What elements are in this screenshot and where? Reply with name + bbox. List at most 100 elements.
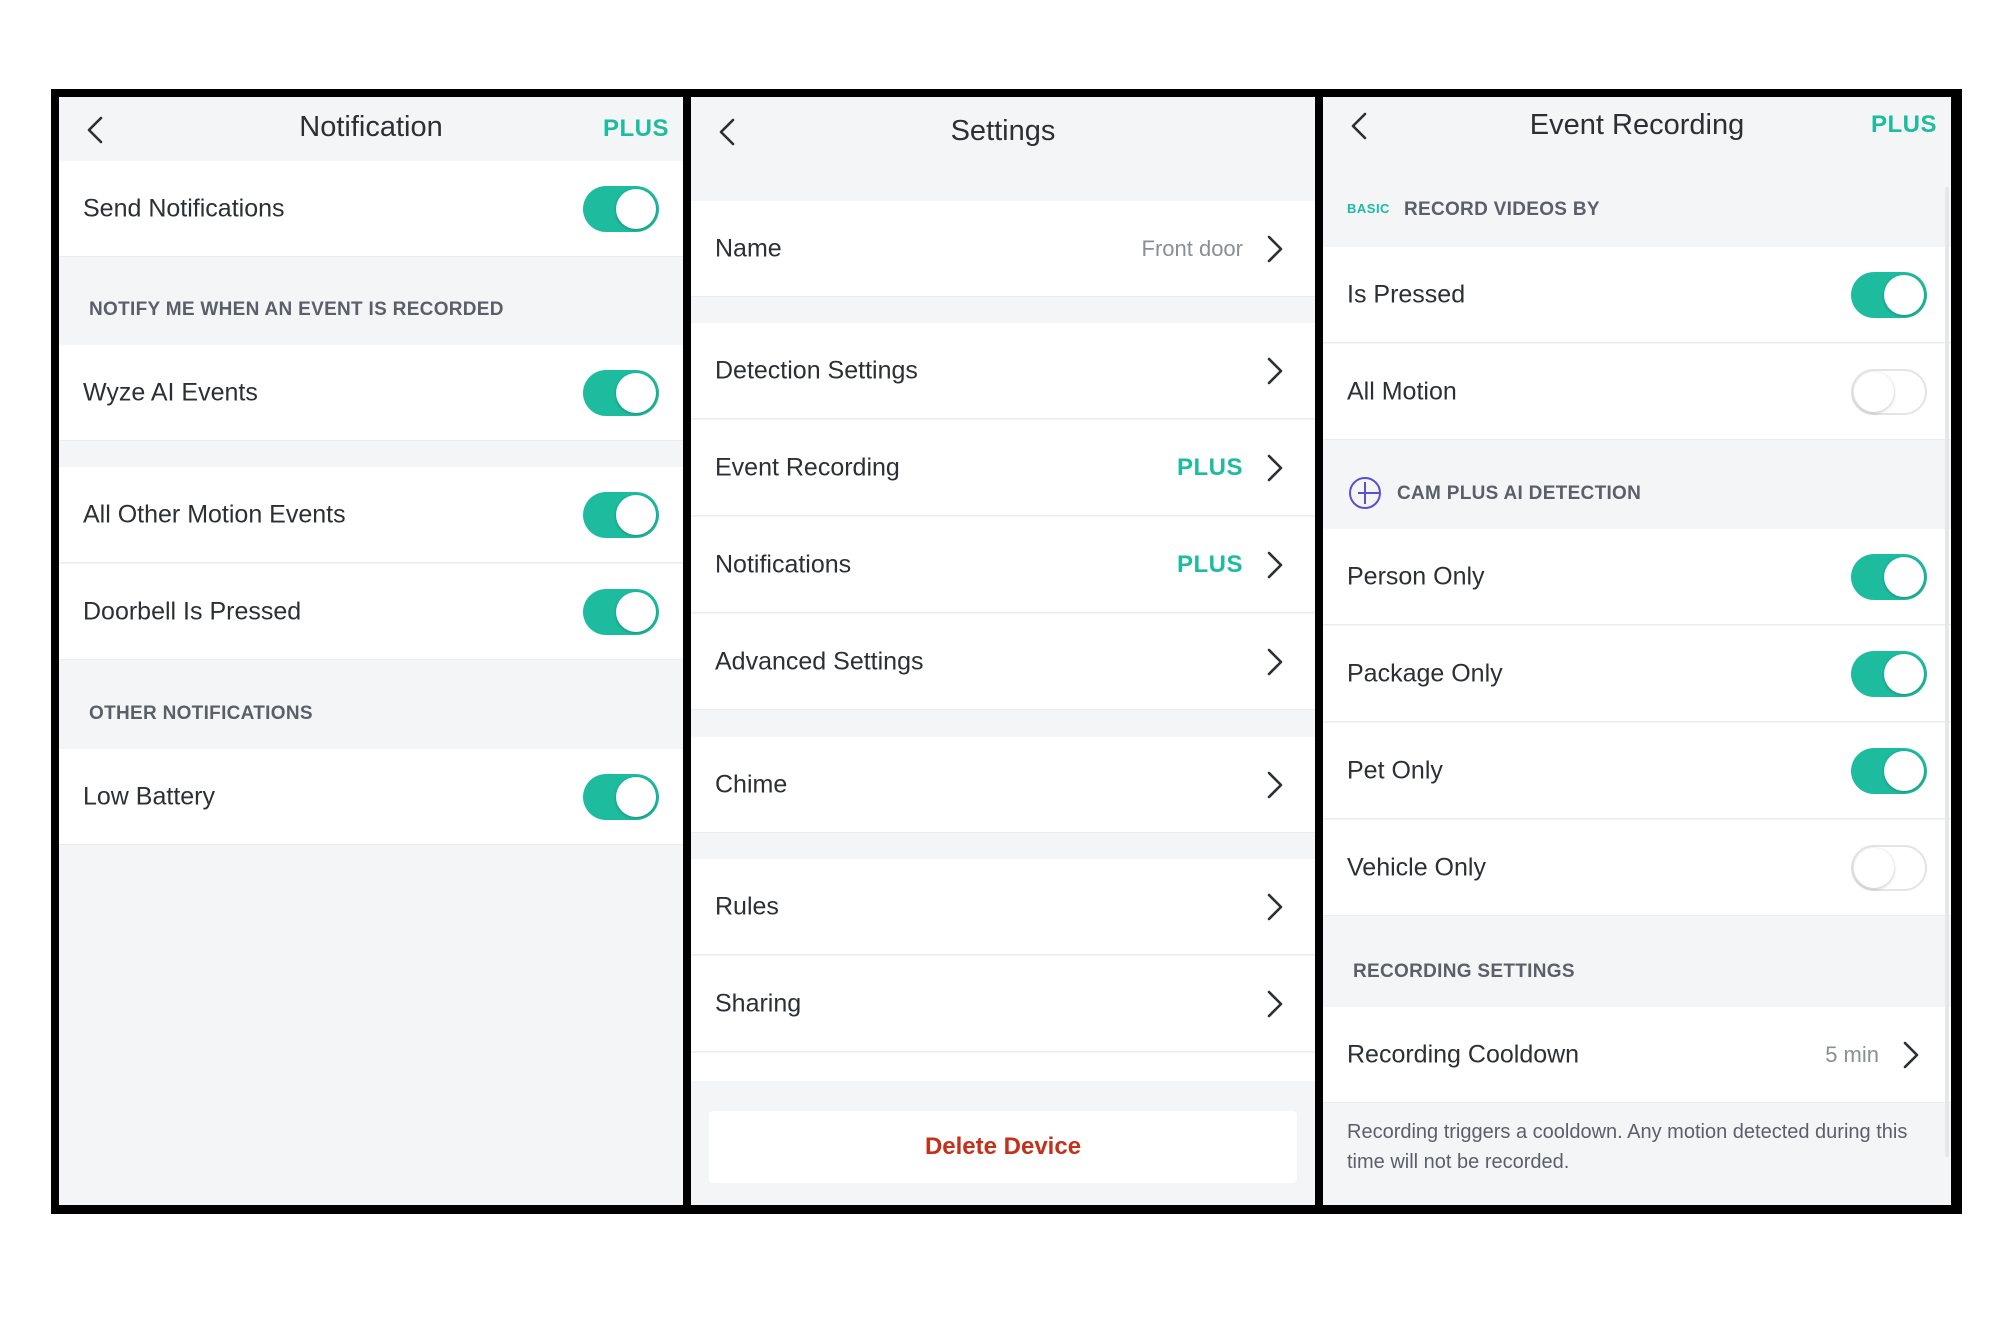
pet-only-label: Pet Only [1347, 756, 1443, 784]
cam-plus-icon [1349, 477, 1381, 509]
vehicle-only-row: Vehicle Only [1323, 820, 1951, 916]
all-other-motion-row: All Other Motion Events [59, 467, 683, 563]
section-label: RECORDING SETTINGS [1353, 961, 1575, 982]
doorbell-pressed-toggle[interactable] [583, 588, 659, 635]
advanced-settings-label: Advanced Settings [715, 647, 924, 675]
plus-badge: PLUS [602, 115, 669, 142]
section-header-recording-settings: RECORDING SETTINGS [1323, 917, 1951, 1007]
chevron-right-icon [1903, 1041, 1919, 1068]
sharing-label: Sharing [715, 989, 802, 1017]
screenshot-frame: Notification PLUS Send Notifications NOT… [51, 89, 1962, 1214]
low-battery-row: Low Battery [59, 749, 683, 845]
package-only-row: Package Only [1323, 626, 1951, 722]
header: Settings [691, 97, 1315, 201]
toggle-knob [1854, 371, 1894, 412]
toggle-knob [1884, 556, 1924, 597]
settings-screen: Settings Name Front door Detection Setti… [691, 97, 1315, 1205]
section-header-cam-plus: CAM PLUS AI DETECTION [1323, 441, 1951, 529]
section-label-text: RECORD VIDEOS BY [1403, 199, 1600, 220]
chevron-right-icon [1267, 648, 1283, 675]
plus-badge: PLUS [1176, 550, 1243, 578]
section-label: NOTIFY ME WHEN AN EVENT IS RECORDED [89, 299, 504, 320]
header: Event Recording PLUS [1323, 97, 1951, 161]
package-only-label: Package Only [1347, 659, 1503, 687]
chime-label: Chime [715, 770, 788, 798]
name-value: Front door [1141, 235, 1244, 261]
delete-device-button[interactable]: Delete Device [709, 1111, 1297, 1183]
person-only-toggle[interactable] [1851, 553, 1927, 600]
toggle-knob [1884, 274, 1924, 315]
wyze-ai-events-row: Wyze AI Events [59, 345, 683, 441]
toggle-knob [1854, 847, 1894, 888]
doorbell-pressed-label: Doorbell Is Pressed [83, 597, 302, 625]
low-battery-toggle[interactable] [583, 773, 659, 820]
vehicle-only-label: Vehicle Only [1347, 853, 1486, 881]
person-only-label: Person Only [1347, 562, 1485, 590]
toggle-knob [616, 494, 656, 535]
all-motion-toggle[interactable] [1851, 368, 1927, 415]
scrollbar[interactable] [1945, 187, 1949, 1157]
pet-only-toggle[interactable] [1851, 747, 1927, 794]
name-label: Name [715, 234, 782, 262]
recording-cooldown-note: Recording triggers a cooldown. Any motio… [1347, 1121, 1908, 1173]
all-other-motion-label: All Other Motion Events [83, 500, 346, 528]
vehicle-only-toggle[interactable] [1851, 844, 1927, 891]
doorbell-pressed-row: Doorbell Is Pressed [59, 564, 683, 660]
send-notifications-label: Send Notifications [83, 194, 285, 222]
toggle-knob [616, 188, 656, 229]
page-title: Notification [299, 111, 443, 143]
notifications-label: Notifications [715, 550, 852, 578]
chevron-right-icon [1267, 454, 1283, 481]
rules-label: Rules [715, 892, 779, 920]
is-pressed-toggle[interactable] [1851, 271, 1927, 318]
person-only-row: Person Only [1323, 529, 1951, 625]
chevron-right-icon [1267, 551, 1283, 578]
partial-row [691, 1053, 1315, 1081]
package-only-toggle[interactable] [1851, 650, 1927, 697]
pet-only-row: Pet Only [1323, 723, 1951, 819]
chevron-right-icon [1267, 990, 1283, 1017]
section-label: BASIC RECORD VIDEOS BY [1347, 199, 1600, 221]
rules-row[interactable]: Rules [691, 859, 1315, 955]
section-label: OTHER NOTIFICATIONS [89, 703, 313, 724]
recording-cooldown-row[interactable]: Recording Cooldown 5 min [1323, 1007, 1951, 1103]
toggle-knob [616, 776, 656, 817]
event-recording-label: Event Recording [715, 453, 900, 481]
wyze-ai-events-label: Wyze AI Events [83, 378, 258, 406]
event-recording-screen: Event Recording PLUS BASIC RECORD VIDEOS … [1323, 97, 1951, 1205]
send-notifications-row: Send Notifications [59, 161, 683, 257]
section-label: CAM PLUS AI DETECTION [1397, 483, 1642, 504]
all-other-motion-toggle[interactable] [583, 491, 659, 538]
notification-screen: Notification PLUS Send Notifications NOT… [59, 97, 683, 1205]
chime-row[interactable]: Chime [691, 737, 1315, 833]
all-motion-row: All Motion [1323, 344, 1951, 440]
chevron-right-icon [1267, 357, 1283, 384]
page-title: Settings [950, 115, 1056, 147]
section-header-record-by: BASIC RECORD VIDEOS BY [1323, 161, 1951, 247]
notifications-row[interactable]: Notifications PLUS [691, 517, 1315, 613]
section-header-other: OTHER NOTIFICATIONS [59, 661, 683, 749]
sharing-row[interactable]: Sharing [691, 956, 1315, 1052]
all-motion-label: All Motion [1347, 377, 1457, 405]
send-notifications-toggle[interactable] [583, 185, 659, 232]
advanced-settings-row[interactable]: Advanced Settings [691, 614, 1315, 710]
plus-badge: PLUS [1870, 111, 1937, 138]
recording-cooldown-label: Recording Cooldown [1347, 1040, 1580, 1068]
detection-settings-row[interactable]: Detection Settings [691, 323, 1315, 419]
toggle-knob [1884, 750, 1924, 791]
wyze-ai-events-toggle[interactable] [583, 369, 659, 416]
is-pressed-row: Is Pressed [1323, 247, 1951, 343]
toggle-knob [616, 591, 656, 632]
is-pressed-label: Is Pressed [1347, 280, 1466, 308]
name-row[interactable]: Name Front door [691, 201, 1315, 297]
toggle-knob [616, 372, 656, 413]
low-battery-label: Low Battery [83, 782, 216, 810]
header: Notification PLUS [59, 97, 683, 161]
chevron-right-icon [1267, 893, 1283, 920]
recording-cooldown-value: 5 min [1825, 1041, 1879, 1067]
basic-tag: BASIC [1347, 201, 1390, 216]
chevron-right-icon [1267, 235, 1283, 262]
plus-badge: PLUS [1176, 453, 1243, 481]
page-title: Event Recording [1529, 109, 1745, 141]
event-recording-row[interactable]: Event Recording PLUS [691, 420, 1315, 516]
